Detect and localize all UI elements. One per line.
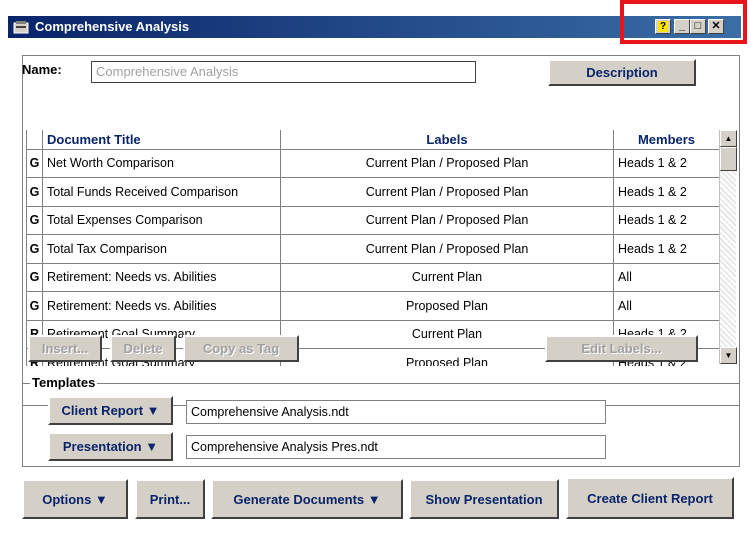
labels-cell: Current Plan / Proposed Plan bbox=[280, 177, 614, 207]
document-type-cell: G bbox=[26, 177, 43, 207]
labels-column-header[interactable]: Labels bbox=[280, 130, 614, 150]
table-row[interactable]: G Retirement: Needs vs. Abilities Curren… bbox=[26, 262, 719, 292]
scroll-down-arrow-icon[interactable]: ▼ bbox=[720, 347, 737, 364]
members-cell: Heads 1 & 2 bbox=[613, 234, 719, 264]
table-row[interactable]: G Net Worth Comparison Current Plan / Pr… bbox=[26, 148, 719, 178]
table-header-row: Document Title Labels Members bbox=[26, 130, 719, 150]
members-cell: Heads 1 & 2 bbox=[613, 148, 719, 178]
table-row[interactable]: G Total Expenses Comparison Current Plan… bbox=[26, 205, 719, 235]
description-button[interactable]: Description bbox=[548, 59, 696, 86]
scroll-up-arrow-icon[interactable]: ▲ bbox=[720, 130, 737, 147]
help-icon: ? bbox=[658, 21, 668, 32]
documents-table: Document Title Labels Members G Net Wort… bbox=[26, 130, 719, 366]
dialog-body: Name: Comprehensive Analysis Description… bbox=[8, 38, 741, 533]
document-type-cell: G bbox=[26, 148, 43, 178]
client-report-dropdown-button[interactable]: Client Report ▼ bbox=[48, 396, 173, 425]
document-title-column-header[interactable]: Document Title bbox=[42, 130, 281, 150]
document-title-cell: Retirement: Needs vs. Abilities bbox=[42, 291, 281, 321]
comprehensive-analysis-window: Comprehensive Analysis ? _ □ ✕ Name: Com… bbox=[0, 0, 751, 533]
document-type-cell: G bbox=[26, 291, 43, 321]
members-cell: All bbox=[613, 262, 719, 292]
maximize-button[interactable]: □ bbox=[690, 19, 706, 34]
table-scrollbar[interactable]: ▲ ▼ bbox=[719, 130, 737, 364]
members-cell: Heads 1 & 2 bbox=[613, 177, 719, 207]
delete-button[interactable]: Delete bbox=[110, 335, 176, 362]
labels-cell: Current Plan / Proposed Plan bbox=[280, 148, 614, 178]
close-button[interactable]: ✕ bbox=[708, 19, 724, 34]
labels-cell: Proposed Plan bbox=[280, 291, 614, 321]
document-title-cell: Total Funds Received Comparison bbox=[42, 177, 281, 207]
show-presentation-button[interactable]: Show Presentation bbox=[409, 479, 559, 519]
members-column-header[interactable]: Members bbox=[613, 130, 719, 150]
table-row[interactable]: G Total Funds Received Comparison Curren… bbox=[26, 177, 719, 207]
scroll-thumb[interactable] bbox=[720, 147, 737, 171]
edit-labels-button[interactable]: Edit Labels... bbox=[545, 335, 698, 362]
document-type-cell: G bbox=[26, 262, 43, 292]
app-icon bbox=[13, 21, 29, 34]
labels-cell: Current Plan / Proposed Plan bbox=[280, 234, 614, 264]
presentation-template-field[interactable]: Comprehensive Analysis Pres.ndt bbox=[186, 435, 606, 459]
name-label: Name: bbox=[22, 62, 62, 77]
generate-documents-dropdown-button[interactable]: Generate Documents ▼ bbox=[211, 479, 403, 519]
name-input[interactable]: Comprehensive Analysis bbox=[91, 61, 476, 83]
labels-cell: Current Plan / Proposed Plan bbox=[280, 205, 614, 235]
create-client-report-button[interactable]: Create Client Report bbox=[566, 477, 734, 519]
document-type-cell: G bbox=[26, 234, 43, 264]
document-title-cell: Net Worth Comparison bbox=[42, 148, 281, 178]
document-title-cell: Retirement: Needs vs. Abilities bbox=[42, 262, 281, 292]
type-column-header bbox=[26, 130, 43, 150]
copy-as-tag-button[interactable]: Copy as Tag bbox=[183, 335, 299, 362]
table-row[interactable]: G Retirement: Needs vs. Abilities Propos… bbox=[26, 291, 719, 321]
labels-cell: Current Plan bbox=[280, 262, 614, 292]
title-bar[interactable]: Comprehensive Analysis ? _ □ ✕ bbox=[8, 16, 741, 38]
client-report-template-field[interactable]: Comprehensive Analysis.ndt bbox=[186, 400, 606, 424]
presentation-dropdown-button[interactable]: Presentation ▼ bbox=[48, 432, 173, 461]
members-cell: All bbox=[613, 291, 719, 321]
options-dropdown-button[interactable]: Options ▼ bbox=[22, 479, 128, 519]
minimize-button[interactable]: _ bbox=[674, 19, 690, 34]
templates-legend: Templates bbox=[30, 375, 98, 390]
window-title: Comprehensive Analysis bbox=[35, 19, 190, 34]
table-row[interactable]: G Total Tax Comparison Current Plan / Pr… bbox=[26, 234, 719, 264]
document-title-cell: Total Tax Comparison bbox=[42, 234, 281, 264]
print-button[interactable]: Print... bbox=[135, 479, 205, 519]
document-title-cell: Total Expenses Comparison bbox=[42, 205, 281, 235]
help-button[interactable]: ? bbox=[655, 19, 671, 34]
members-cell: Heads 1 & 2 bbox=[613, 205, 719, 235]
document-type-cell: G bbox=[26, 205, 43, 235]
insert-button[interactable]: Insert... bbox=[28, 335, 102, 362]
